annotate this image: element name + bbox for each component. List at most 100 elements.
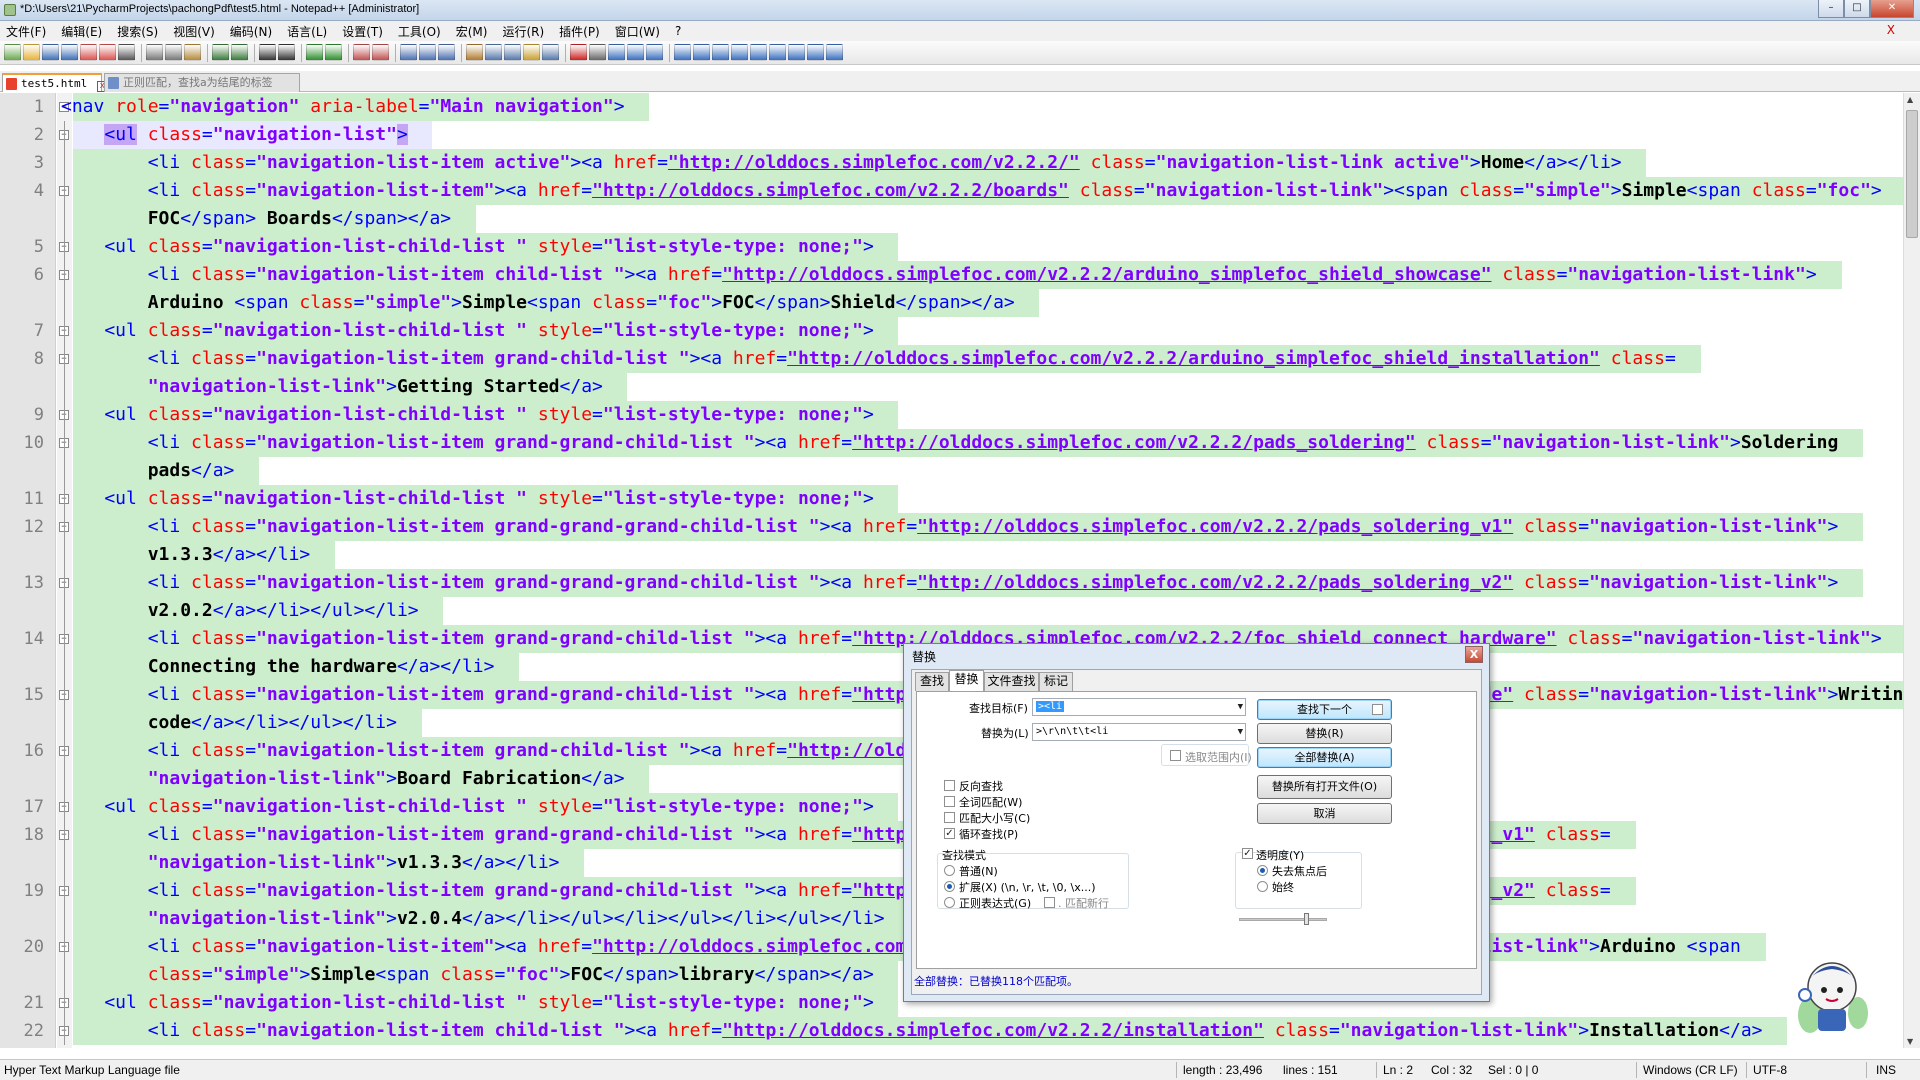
code-token: <li (61, 516, 192, 537)
compare7-icon[interactable] (807, 44, 824, 61)
menu-help[interactable]: ? (675, 24, 681, 38)
matches-newline-checkbox[interactable] (1044, 897, 1055, 908)
tab-mark[interactable]: 标记 (1039, 672, 1073, 691)
whole-word-checkbox[interactable] (944, 796, 955, 807)
compare8-icon[interactable] (826, 44, 843, 61)
monitor-icon[interactable] (542, 44, 559, 61)
menu-file[interactable]: 文件(F) (6, 23, 46, 40)
sync-h-icon[interactable] (372, 44, 389, 61)
menu-search[interactable]: 搜索(S) (117, 23, 158, 40)
play-icon[interactable] (608, 44, 625, 61)
close-document-icon[interactable]: X (1887, 23, 1895, 37)
close-icon[interactable] (80, 44, 97, 61)
mode-normal-radio[interactable] (944, 865, 955, 876)
folder-ws-icon[interactable] (523, 44, 540, 61)
menu-run[interactable]: 运行(R) (502, 23, 544, 40)
open-icon[interactable] (23, 44, 40, 61)
copy-icon[interactable] (165, 44, 182, 61)
code-token: = (1556, 264, 1568, 285)
compare3-icon[interactable] (731, 44, 748, 61)
vertical-scrollbar[interactable]: ▲ ▼ (1903, 93, 1920, 1048)
sync-v-icon[interactable] (353, 44, 370, 61)
mode-regex-radio[interactable] (944, 897, 955, 908)
trans-always-radio[interactable] (1257, 881, 1268, 892)
replace-input[interactable]: >\r\n\t\t<li ▼ (1032, 723, 1246, 741)
code-token: v1.3.3 (396, 852, 462, 873)
zoom-in-icon[interactable] (306, 44, 323, 61)
transparency-slider[interactable] (1239, 913, 1327, 925)
undo-icon[interactable] (212, 44, 229, 61)
stop-icon[interactable] (589, 44, 606, 61)
dialog-close-button[interactable]: X (1465, 646, 1483, 663)
tab-replace[interactable]: 替换 (949, 670, 984, 692)
dialog-body: 查找 替换 文件查找 标记 查找目标(F) : ><li ▼ 查找下一个 替换为(… (911, 669, 1482, 995)
cut-icon[interactable] (146, 44, 163, 61)
chevron-down-icon[interactable]: ▼ (1238, 699, 1243, 715)
menu-view[interactable]: 视图(V) (173, 23, 215, 40)
replace-all-button[interactable]: 全部替换(A) (1257, 747, 1392, 768)
wrap-icon[interactable] (400, 44, 417, 61)
replace-all-open-button[interactable]: 替换所有打开文件(O) (1257, 775, 1392, 799)
tab-test5-html[interactable]: test5.html x (2, 73, 108, 92)
save-icon[interactable] (42, 44, 59, 61)
compare2-icon[interactable] (712, 44, 729, 61)
record-icon[interactable] (570, 44, 587, 61)
cancel-button[interactable]: 取消 (1257, 803, 1392, 824)
menu-settings[interactable]: 设置(T) (342, 23, 383, 40)
udl-icon[interactable] (466, 44, 483, 61)
scroll-thumb[interactable] (1906, 110, 1918, 238)
save-macro-icon[interactable] (646, 44, 663, 61)
code-token: "list-style-type: none;" (602, 236, 863, 257)
trans-lose-focus-radio[interactable] (1257, 865, 1268, 876)
minimize-button[interactable]: – (1818, 0, 1844, 18)
tab-regex-notes[interactable]: 正则匹配，查找a为结尾的标签 (104, 73, 300, 92)
menu-edit[interactable]: 编辑(E) (61, 23, 102, 40)
doc-map-icon[interactable] (485, 44, 502, 61)
replace-button[interactable]: 替换(R) (1257, 723, 1392, 744)
tab-find-in-files[interactable]: 文件查找 (984, 672, 1039, 691)
maximize-button[interactable]: □ (1844, 0, 1870, 18)
compare1-icon[interactable] (693, 44, 710, 61)
transparency-checkbox[interactable]: ✓ (1242, 848, 1253, 859)
menu-window[interactable]: 窗口(W) (615, 23, 660, 40)
mode-extended-radio[interactable] (944, 881, 955, 892)
menu-encoding[interactable]: 编码(N) (230, 23, 272, 40)
run-icon[interactable] (674, 44, 691, 61)
close-all-icon[interactable] (99, 44, 116, 61)
menu-macro[interactable]: 宏(M) (456, 23, 488, 40)
code-token: </a></li> (212, 544, 311, 565)
wrap-around-checkbox[interactable]: ✓ (944, 828, 955, 839)
func-list-icon[interactable] (504, 44, 521, 61)
find-icon[interactable] (259, 44, 276, 61)
in-selection-checkbox[interactable] (1170, 750, 1181, 761)
scroll-down-icon[interactable]: ▼ (1907, 1037, 1913, 1046)
wrap-around-label: 循环查找(P) (959, 828, 1019, 841)
zoom-out-icon[interactable] (325, 44, 342, 61)
close-button[interactable]: ✕ (1870, 0, 1914, 18)
code-token: = (245, 880, 257, 901)
compare6-icon[interactable] (788, 44, 805, 61)
find-input[interactable]: ><li ▼ (1032, 698, 1246, 716)
slider-knob[interactable] (1304, 913, 1309, 925)
show-all-icon[interactable] (419, 44, 436, 61)
new-icon[interactable] (4, 44, 21, 61)
print-icon[interactable] (118, 44, 135, 61)
indent-guide-icon[interactable] (438, 44, 455, 61)
code-token: "foc" (657, 292, 712, 313)
redo-icon[interactable] (231, 44, 248, 61)
menu-language[interactable]: 语言(L) (287, 23, 327, 40)
scroll-up-icon[interactable]: ▲ (1907, 95, 1913, 104)
replace-icon[interactable] (278, 44, 295, 61)
chevron-down-icon[interactable]: ▼ (1238, 724, 1243, 740)
compare4-icon[interactable] (750, 44, 767, 61)
menu-plugins[interactable]: 插件(P) (559, 23, 600, 40)
menu-tools[interactable]: 工具(O) (398, 23, 441, 40)
compare5-icon[interactable] (769, 44, 786, 61)
play-multi-icon[interactable] (627, 44, 644, 61)
options-checkbox[interactable] (1372, 704, 1383, 715)
match-case-checkbox[interactable] (944, 812, 955, 823)
backward-checkbox[interactable] (944, 780, 955, 791)
save-all-icon[interactable] (61, 44, 78, 61)
tab-find[interactable]: 查找 (915, 672, 949, 691)
paste-icon[interactable] (184, 44, 201, 61)
